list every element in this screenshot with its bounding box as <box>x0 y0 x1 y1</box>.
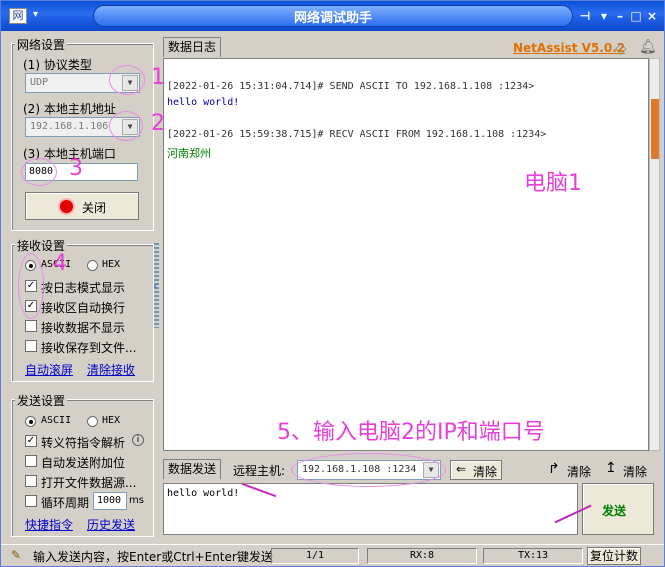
clear-receive-link[interactable]: 清除接收 <box>87 361 135 378</box>
annotation-ring-port <box>21 158 57 186</box>
recv-save-label: 接收保存到文件... <box>41 341 137 355</box>
annotation-ring-protocol <box>109 65 145 95</box>
app-window: 网 ▾ 网络调试助手 ⊣ ▾ – □ × 网络设置 (1) 协议类型 UDP ▼… <box>0 0 665 567</box>
send-text: hello world! <box>167 488 240 499</box>
tx-counter: TX:13 <box>483 548 583 564</box>
annotation-ring-ascii <box>18 253 44 319</box>
window-title: 网络调试助手 <box>293 11 372 26</box>
send-file-label: 打开文件数据源... <box>41 476 137 490</box>
reset-count-button[interactable]: 复位计数 <box>587 547 641 565</box>
loop-period-unit: ms <box>129 495 144 506</box>
log-line: hello world! <box>167 97 240 108</box>
collapse-arrow-icon[interactable]: ‹ <box>153 279 158 293</box>
close-connection-button[interactable]: 关闭 <box>25 192 139 220</box>
send-button-label: 发送 <box>602 504 627 518</box>
send-ascii-label: ASCII <box>41 415 72 426</box>
log-line: [2022-01-26 15:59:38.715]# RECV ASCII FR… <box>167 129 547 140</box>
host-label: (2) 本地主机地址 <box>23 102 116 116</box>
pencil-icon: ✎ <box>11 548 22 562</box>
system-menu-arrow-icon[interactable]: ▾ <box>33 9 38 20</box>
auto-scroll-link[interactable]: 自动滚屏 <box>25 361 73 378</box>
network-settings-title: 网络设置 <box>15 36 68 53</box>
send-file-checkbox[interactable] <box>25 475 37 487</box>
recv-hex-radio[interactable] <box>87 260 98 271</box>
loop-period-input[interactable]: 1000 <box>93 492 127 510</box>
clear-label-3[interactable]: 清除 <box>623 463 647 480</box>
pin-icon[interactable]: ⊣ <box>577 7 593 25</box>
annotation-number-2: 2 <box>151 111 165 136</box>
send-append-label: 自动发送附加位 <box>41 456 126 470</box>
info-icon[interactable]: i <box>132 434 144 446</box>
send-button[interactable]: 发送 <box>582 483 654 535</box>
title-bar[interactable]: 网 ▾ 网络调试助手 ⊣ ▾ – □ × <box>1 1 664 31</box>
annotation-number-4: 4 <box>53 251 67 276</box>
restore-icon[interactable]: ▾ <box>597 7 611 25</box>
annotation-step5: 5、输入电脑2的IP和端口号 <box>277 420 545 445</box>
log-line: [2022-01-26 15:31:04.714]# SEND ASCII TO… <box>167 81 535 92</box>
shortcut-link[interactable]: 快捷指令 <box>25 516 73 533</box>
send-escape-checkbox[interactable]: ✓ <box>25 435 37 447</box>
protocol-label: (1) 协议类型 <box>23 58 92 72</box>
send-hex-radio[interactable] <box>87 416 98 427</box>
host-value: 192.168.1.106 <box>30 121 109 132</box>
maximize-icon[interactable]: □ <box>629 7 643 25</box>
app-icon[interactable]: 网 <box>9 8 27 24</box>
annotation-number-3: 3 <box>69 156 83 181</box>
clear-remote-button[interactable]: ⇐ 清除 <box>450 460 502 480</box>
protocol-value: UDP <box>30 77 49 88</box>
status-bar: ✎ 输入发送内容，按Enter或Ctrl+Enter键发送 1/1 RX:8 T… <box>1 544 664 566</box>
annotation-ring-host <box>109 111 143 141</box>
diamond-icon[interactable]: ◇ <box>615 39 627 57</box>
close-icon[interactable]: × <box>645 7 659 25</box>
send-escape-label: 转义符指令解析 <box>41 436 126 450</box>
send-textarea[interactable]: hello world! <box>163 483 578 535</box>
send-loop-label: 循环周期 <box>41 496 90 510</box>
send-loop-checkbox[interactable] <box>25 495 37 507</box>
rx-counter: RX:8 <box>367 548 477 564</box>
annotation-ring-remote <box>291 453 446 487</box>
status-hint: 输入发送内容，按Enter或Ctrl+Enter键发送 <box>33 550 273 564</box>
back-arrow-icon: ⇐ <box>456 462 467 476</box>
send-hex-label: HEX <box>102 415 121 426</box>
up-arrow-icon[interactable]: ↥ <box>605 460 617 476</box>
send-settings-title: 发送设置 <box>15 392 68 409</box>
close-button-label: 关闭 <box>82 201 107 215</box>
remote-host-label: 远程主机: <box>233 464 286 478</box>
bell-icon[interactable]: 🔔︎ <box>639 39 657 55</box>
recv-hex-label: HEX <box>102 259 121 270</box>
clear-label-2[interactable]: 清除 <box>567 463 591 480</box>
send-append-checkbox[interactable] <box>25 455 37 467</box>
recv-hide-checkbox[interactable] <box>25 320 37 332</box>
log-line: 河南郑州 <box>167 147 211 160</box>
recv-wrap-label: 接收区自动换行 <box>41 301 126 315</box>
page-counter: 1/1 <box>271 548 359 564</box>
clear-remote-label: 清除 <box>473 465 498 479</box>
recv-log-mode-label: 按日志模式显示 <box>41 281 126 295</box>
history-link[interactable]: 历史发送 <box>87 516 135 533</box>
status-dot-icon <box>60 200 73 213</box>
tab-data-log[interactable]: 数据日志 <box>163 37 222 57</box>
tab-data-send[interactable]: 数据发送 <box>163 459 222 479</box>
annotation-pc1: 电脑1 <box>524 171 582 196</box>
log-panel[interactable]: [2022-01-26 15:31:04.714]# SEND ASCII TO… <box>163 58 649 451</box>
annotation-number-1: 1 <box>151 65 165 90</box>
scroll-thumb[interactable] <box>651 99 659 159</box>
recv-hide-label: 接收数据不显示 <box>41 321 126 335</box>
recv-save-checkbox[interactable] <box>25 340 37 352</box>
minimize-icon[interactable]: – <box>613 7 627 25</box>
log-scrollbar[interactable] <box>649 58 660 451</box>
undo-icon[interactable]: ↱ <box>548 461 560 477</box>
send-ascii-radio[interactable] <box>25 416 36 427</box>
brand-label: NetAssist V5.0.2 <box>513 41 626 55</box>
